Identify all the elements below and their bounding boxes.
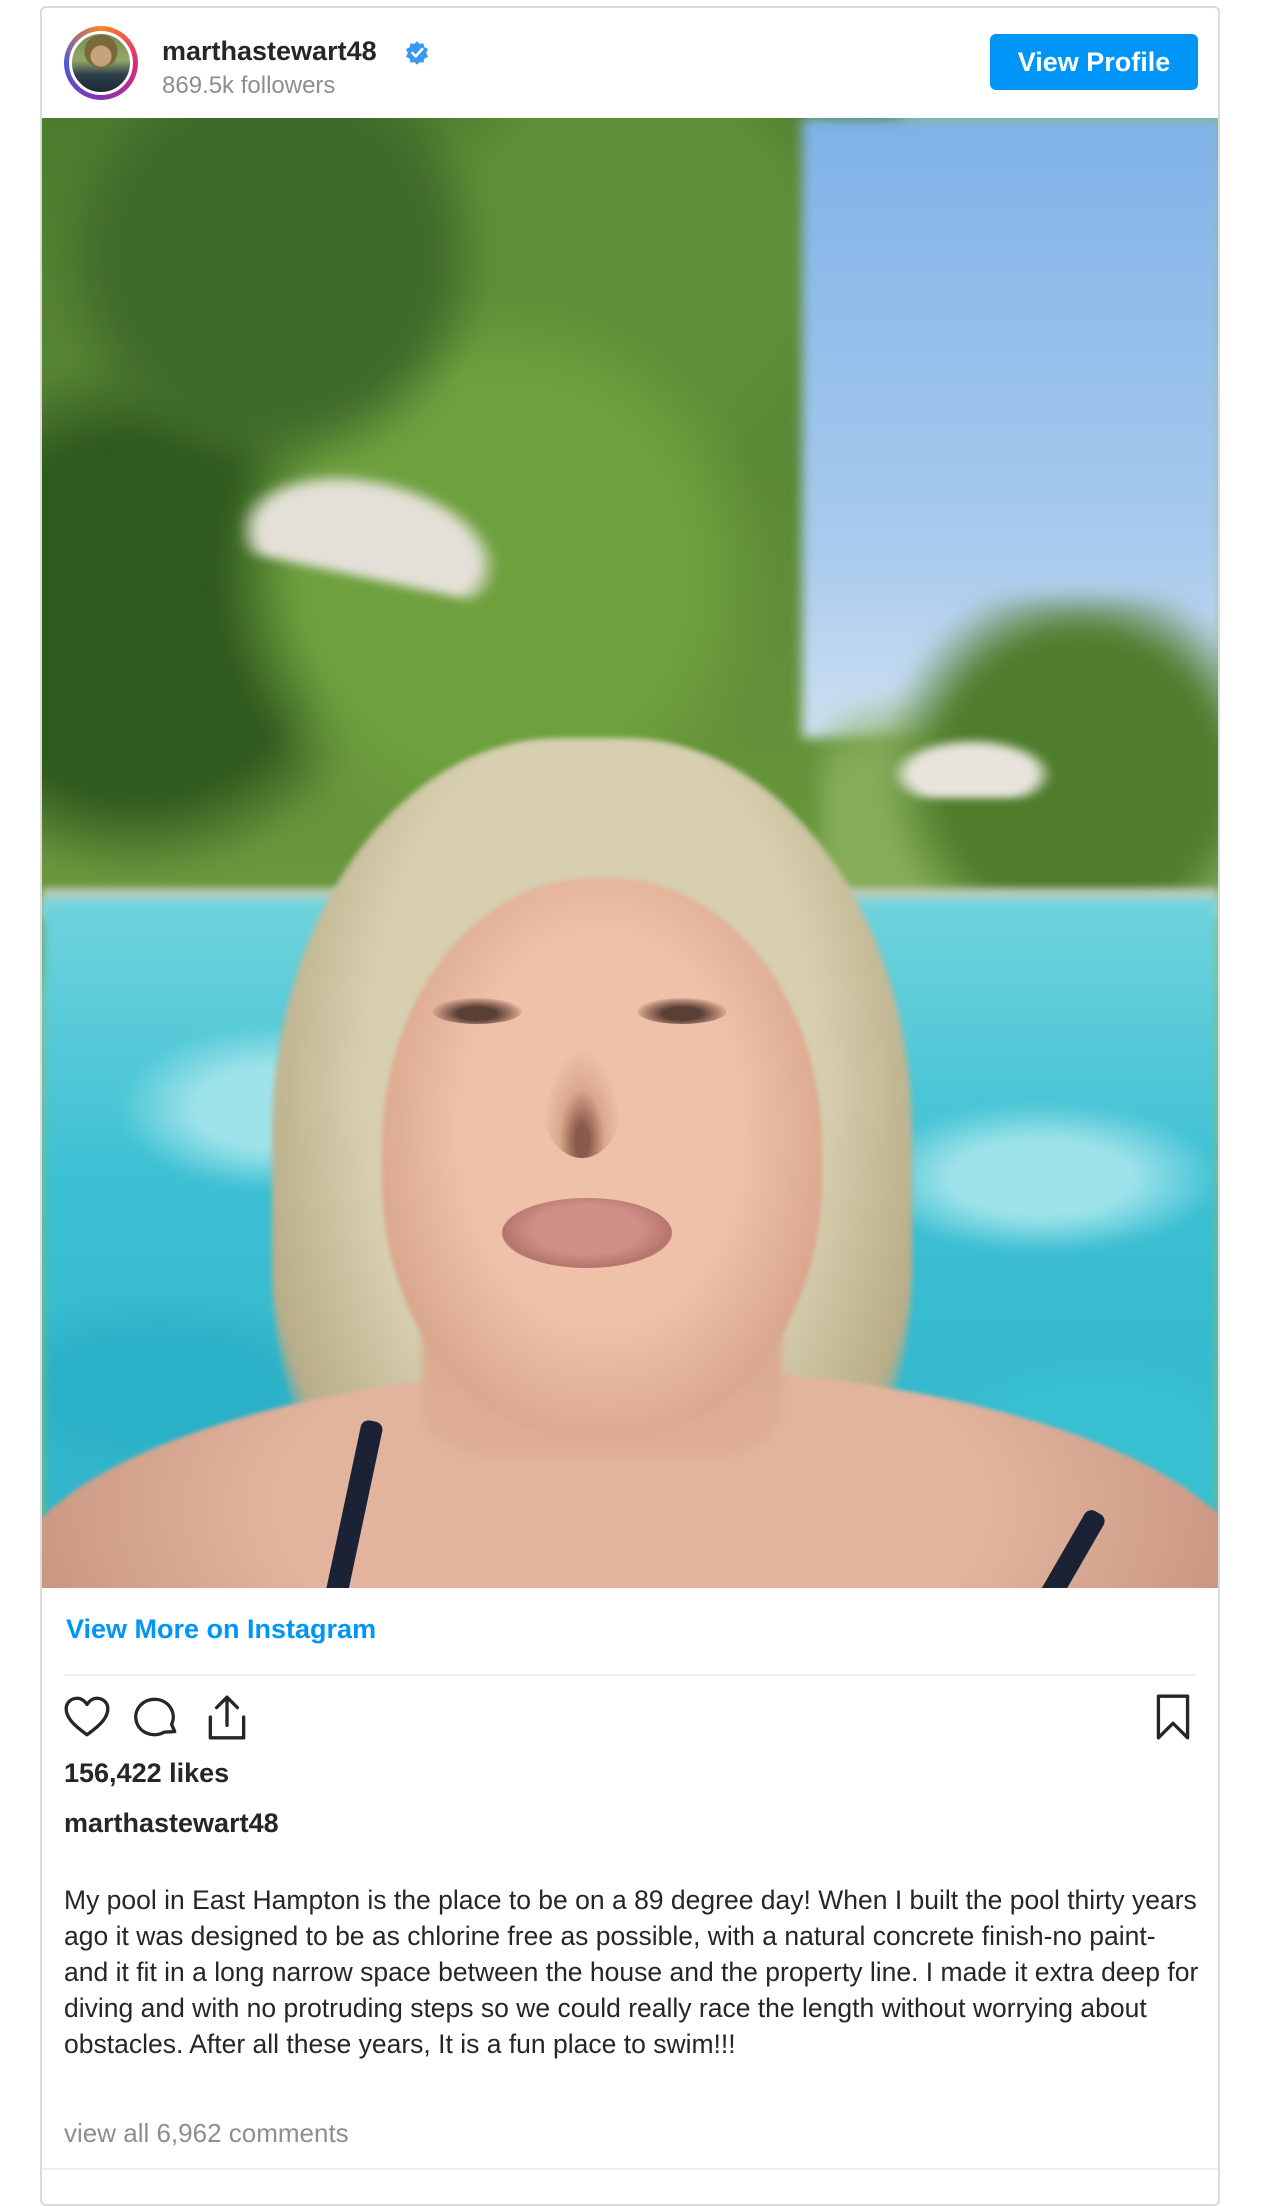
post-header: marthastewart48 869.5k followers View Pr… xyxy=(42,8,1218,118)
post-photo[interactable] xyxy=(42,118,1218,1588)
view-profile-button[interactable]: View Profile xyxy=(990,34,1198,90)
comment-bubble-icon[interactable] xyxy=(132,1692,182,1742)
like-count: 156,422 likes xyxy=(64,1758,230,1788)
share-icon[interactable] xyxy=(202,1692,252,1742)
divider xyxy=(42,2168,1218,2170)
profile-username[interactable]: marthastewart48 xyxy=(162,36,377,67)
view-more-on-instagram-link[interactable]: View More on Instagram xyxy=(66,1614,376,1645)
post-actions-bar xyxy=(62,1692,1198,1748)
view-all-comments-link[interactable]: view all 6,962 comments xyxy=(64,2118,349,2149)
verified-badge-icon xyxy=(405,41,429,65)
post-caption: My pool in East Hampton is the place to … xyxy=(64,1885,1199,2059)
heart-icon[interactable] xyxy=(62,1692,112,1742)
instagram-embed-card: marthastewart48 869.5k followers View Pr… xyxy=(40,6,1220,2206)
photo-lips xyxy=(502,1198,672,1268)
photo-umbrella-distant xyxy=(892,738,1052,798)
photo-eye-left xyxy=(432,998,522,1024)
caption-username[interactable]: marthastewart48 xyxy=(64,1808,279,1839)
photo-eye-right xyxy=(637,998,727,1024)
avatar[interactable] xyxy=(69,31,133,95)
follower-count: 869.5k followers xyxy=(162,72,336,99)
profile-avatar-ring[interactable] xyxy=(64,26,138,100)
divider xyxy=(64,1674,1196,1676)
photo-nose xyxy=(542,1048,622,1158)
photo-face xyxy=(382,878,822,1438)
bookmark-icon[interactable] xyxy=(1148,1692,1198,1742)
